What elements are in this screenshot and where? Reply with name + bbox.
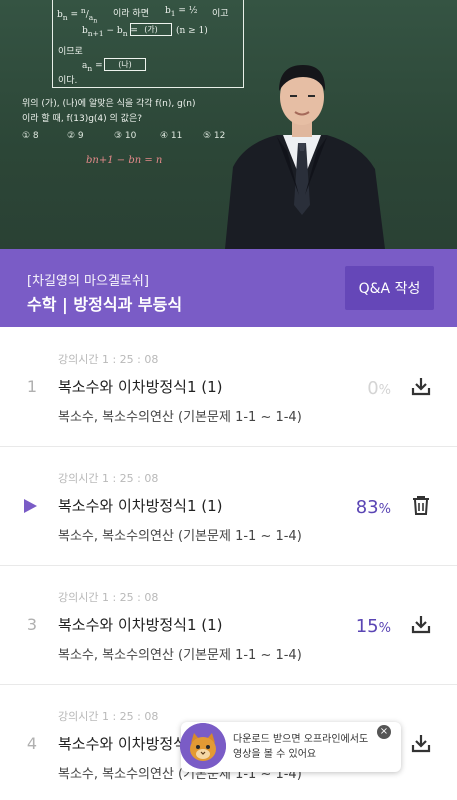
download-icon[interactable] (410, 613, 432, 635)
board-text-1b: 이라 하면 (113, 9, 149, 19)
board-question-2: 이라 할 때, f(13)g(4) 의 값은? (22, 114, 143, 124)
board-text-2c: (n ≥ 1) (176, 26, 208, 36)
play-icon[interactable] (24, 499, 37, 513)
board-question-1: 위의 (가), (나)에 알맞은 식을 각각 f(n), g(n) (22, 99, 196, 109)
lecture-duration: 강의시간 1 : 25 : 08 (58, 472, 159, 485)
lecture-duration: 강의시간 1 : 25 : 08 (58, 710, 159, 723)
board-choice-2: ② 9 (67, 131, 84, 141)
lecture-index: 3 (26, 615, 38, 634)
board-text-3: 이므로 (58, 47, 83, 57)
tooltip-message: 다운로드 받으면 오프라인에서도 영상을 볼 수 있어요 (233, 732, 383, 762)
lecture-item-1[interactable]: 강의시간 1 : 25 : 08 1 복소수와 이차방정식1 (1) 복소수, … (0, 327, 457, 447)
progress-unit: % (378, 621, 391, 636)
lecture-duration: 강의시간 1 : 25 : 08 (58, 591, 159, 604)
lecture-progress: 83% (356, 497, 391, 518)
close-icon[interactable]: × (377, 725, 391, 739)
cat-mascot-icon (180, 723, 226, 769)
board-choice-3: ③ 10 (114, 131, 137, 141)
progress-value: 83 (355, 497, 379, 518)
lecture-index: 4 (26, 734, 38, 753)
board-choice-1: ① 8 (22, 131, 39, 141)
progress-unit: % (378, 383, 391, 398)
lecture-title: 복소수와 이차방정식1 (1) (58, 616, 223, 634)
board-text-4a: an = (82, 61, 103, 73)
lecture-duration: 강의시간 1 : 25 : 08 (58, 353, 159, 366)
course-subtitle: [차길영의 마으겔로쉬] (27, 274, 149, 289)
video-player[interactable]: bn = n/an 이라 하면 b1 = ½ 이고 bn+1 − bn = (가… (0, 0, 457, 249)
board-text-1d: 이고 (212, 9, 229, 19)
board-box-na: (나) (104, 58, 146, 71)
lecture-subtitle: 복소수, 복소수의연산 (기본문제 1-1 ~ 1-4) (58, 648, 302, 663)
board-text-1c: b1 = ½ (165, 6, 198, 18)
board-box-ga: (가) (130, 23, 172, 36)
trash-icon[interactable] (410, 494, 432, 516)
chalk-note: bn+1 − bn = n (86, 155, 163, 166)
download-icon[interactable] (410, 375, 432, 397)
offline-tooltip: 다운로드 받으면 오프라인에서도 영상을 볼 수 있어요 × (180, 722, 401, 772)
lecture-title: 복소수와 이차방정식1 (1) (58, 497, 223, 515)
progress-value: 0 (367, 378, 379, 399)
lecture-index: 1 (26, 377, 38, 396)
board-text-1a: bn = n/an (57, 6, 98, 25)
lecture-progress: 0% (367, 378, 391, 399)
tooltip-line-1: 다운로드 받으면 오프라인에서도 (233, 734, 369, 745)
lecture-subtitle: 복소수, 복소수의연산 (기본문제 1-1 ~ 1-4) (58, 410, 302, 425)
course-title: 수학 | 방정식과 부등식 (27, 295, 183, 314)
course-header: [차길영의 마으겔로쉬] 수학 | 방정식과 부등식 Q&A 작성 (0, 249, 457, 327)
qa-write-button[interactable]: Q&A 작성 (345, 266, 434, 310)
board-choice-4: ④ 11 (160, 131, 183, 141)
tooltip-line-2: 영상을 볼 수 있어요 (233, 749, 317, 760)
board-text-5: 이다. (58, 76, 78, 86)
progress-unit: % (378, 502, 391, 517)
lecturer-image (225, 65, 385, 249)
download-icon[interactable] (410, 732, 432, 754)
lecture-progress: 15% (356, 616, 391, 637)
lecture-subtitle: 복소수, 복소수의연산 (기본문제 1-1 ~ 1-4) (58, 529, 302, 544)
lecture-item-3[interactable]: 강의시간 1 : 25 : 08 3 복소수와 이차방정식1 (1) 복소수, … (0, 565, 457, 685)
lecture-title: 복소수와 이차방정식1 (1) (58, 378, 223, 396)
lecture-item-2[interactable]: 강의시간 1 : 25 : 08 복소수와 이차방정식1 (1) 복소수, 복소… (0, 446, 457, 566)
progress-value: 15 (355, 616, 379, 637)
